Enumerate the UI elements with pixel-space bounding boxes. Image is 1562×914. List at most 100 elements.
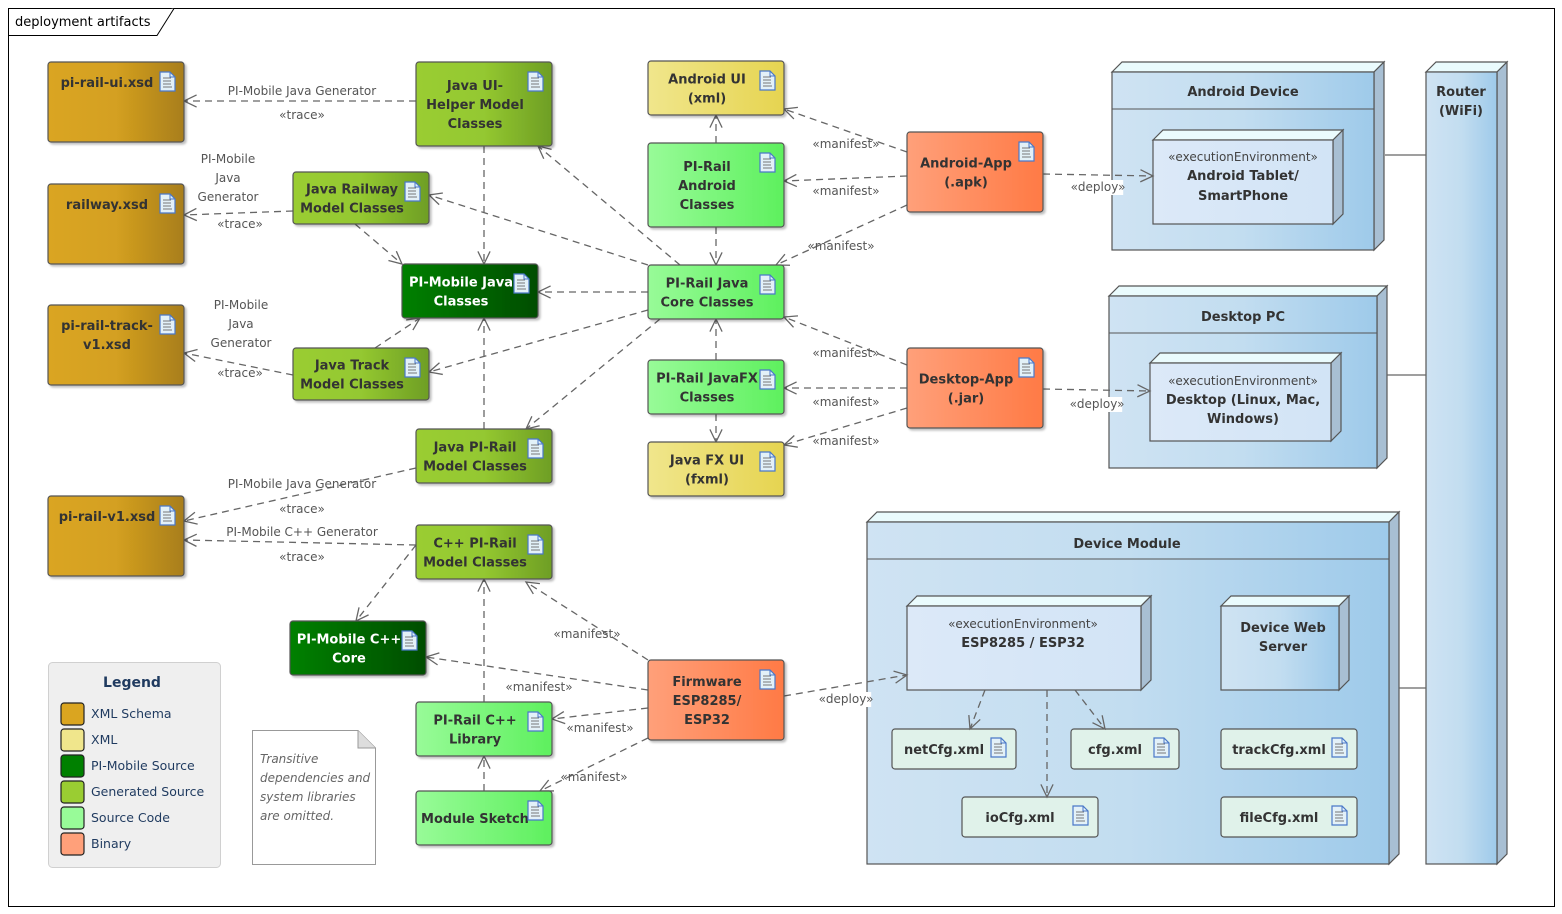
env-title: ESP8285 / ESP32: [961, 636, 1085, 651]
config-file-netcfg[interactable]: netCfg.xml: [891, 728, 1017, 770]
artifact-name: railway.xsd: [66, 198, 148, 213]
legend-swatch: [60, 780, 85, 804]
node-title: (WiFi): [1439, 104, 1483, 119]
artifact-javafx-ui[interactable]: Java FX UI (fxml): [647, 441, 785, 497]
stereotype-label: «executionEnvironment»: [948, 617, 1098, 631]
artifact-name: ESP32: [684, 713, 730, 728]
document-icon: [404, 181, 421, 202]
env-title: SmartPhone: [1198, 189, 1288, 204]
document-icon: [159, 505, 176, 526]
artifact-name: (xml): [688, 92, 726, 107]
legend-swatch: [60, 832, 85, 856]
artifact-name: Desktop-App: [919, 373, 1014, 388]
document-icon: [759, 451, 776, 472]
artifact-name: Java Railway: [305, 183, 398, 198]
node-title: Android Device: [1187, 85, 1298, 100]
artifact-pi-mobile-java[interactable]: PI-Mobile Java Classes: [401, 263, 539, 319]
artifact-pi-rail-track-xsd[interactable]: pi-rail-track-v1.xsd: [47, 304, 185, 386]
artifact-pi-mobile-cpp[interactable]: PI-Mobile C++ Core: [289, 620, 427, 676]
artifact-firmware[interactable]: Firmware ESP8285/ESP32: [647, 659, 785, 741]
artifact-name: Android: [678, 179, 736, 194]
artifact-name: Helper Model: [426, 98, 524, 113]
artifact-android-app[interactable]: Android-App (.apk): [906, 131, 1044, 213]
note-line: system libraries: [260, 790, 356, 804]
edge-label: «trace»: [217, 366, 263, 380]
legend-swatch: [60, 702, 85, 726]
note: Transitive dependencies and system libra…: [252, 730, 376, 865]
artifact-name: Android UI: [668, 73, 746, 88]
legend-label: Binary: [91, 836, 132, 851]
artifact-name: pi-rail-track-: [61, 319, 153, 334]
edge-label: «trace»: [217, 217, 263, 231]
document-icon: [759, 669, 776, 690]
artifact-pirail-android[interactable]: PI-Rail Android Classes: [647, 142, 785, 228]
artifact-cpp-pirail[interactable]: C++ PI-Rail Model Classes: [415, 524, 553, 580]
edge-label: Generator: [198, 190, 259, 204]
node-title: Device Module: [1073, 537, 1180, 552]
artifact-java-track[interactable]: Java Track Model Classes: [292, 347, 430, 401]
artifact-java-ui-helper[interactable]: Java UI- Helper Model Classes: [415, 61, 553, 147]
edge-label: «manifest»: [812, 395, 879, 409]
artifact-name: PI-Mobile C++: [297, 633, 402, 648]
edge-label: PI-Mobile Java Generator: [228, 84, 376, 98]
artifact-pirail-javafx[interactable]: PI-Rail JavaFX Classes: [647, 359, 785, 415]
edge-label: PI-Mobile C++ Generator: [226, 525, 378, 539]
document-icon: [1018, 141, 1035, 162]
artifact-pi-rail-v1-xsd[interactable]: pi-rail-v1.xsd: [47, 495, 185, 577]
env-title: Android Tablet/: [1187, 169, 1299, 184]
document-icon: [759, 369, 776, 390]
note-line: are omitted.: [260, 809, 334, 823]
legend-swatch: [60, 806, 85, 830]
config-file-trackcfg[interactable]: trackCfg.xml: [1220, 728, 1358, 770]
edge-label: «trace»: [279, 108, 325, 122]
edge-label: PI-Mobile: [201, 152, 255, 166]
legend-label: Generated Source: [91, 784, 205, 799]
artifact-pirail-java-core[interactable]: PI-Rail Java Core Classes: [647, 264, 785, 320]
artifact-railway-xsd[interactable]: railway.xsd: [47, 183, 185, 265]
artifact-java-pirail[interactable]: Java PI-Rail Model Classes: [415, 428, 553, 484]
artifact-name: Core Classes: [660, 296, 753, 311]
config-file-cfg[interactable]: cfg.xml: [1070, 728, 1180, 770]
artifact-name: Model Classes: [423, 556, 527, 571]
artifact-name: (.apk): [944, 176, 988, 191]
node-title: Server: [1259, 640, 1308, 655]
config-file-iocfg[interactable]: ioCfg.xml: [961, 796, 1099, 838]
config-file-filecfg[interactable]: fileCfg.xml: [1220, 796, 1358, 838]
deployment-diagram: deployment artifacts Android Device «exec…: [8, 8, 1555, 907]
artifact-name: Classes: [680, 198, 735, 213]
env-esp: «executionEnvironment» ESP8285 / ESP32: [905, 594, 1153, 692]
document-icon: [159, 193, 176, 214]
artifact-name: PI-Rail: [683, 160, 730, 175]
document-icon: [990, 737, 1007, 758]
artifact-name: v1.xsd: [83, 338, 131, 353]
artifact-android-ui[interactable]: Android UI (xml): [647, 60, 785, 116]
artifact-name: pi-rail-v1.xsd: [59, 510, 156, 525]
document-icon: [527, 438, 544, 459]
artifact-desktop-app[interactable]: Desktop-App (.jar): [906, 347, 1044, 429]
artifact-java-railway[interactable]: Java Railway Model Classes: [292, 171, 430, 225]
document-icon: [759, 274, 776, 295]
artifact-name: Firmware: [672, 675, 741, 690]
edge-label: PI-Mobile: [214, 298, 268, 312]
artifact-name: ESP8285/: [673, 694, 742, 709]
edge-label: Generator: [211, 336, 272, 350]
document-icon: [404, 357, 421, 378]
document-icon: [527, 534, 544, 555]
node-title: Router: [1436, 85, 1486, 100]
edge-label: «manifest»: [807, 239, 874, 253]
document-icon: [527, 71, 544, 92]
note-line: dependencies and: [260, 771, 371, 785]
artifact-name: Java FX UI: [669, 454, 744, 469]
artifact-name: Classes: [448, 117, 503, 132]
artifact-pirail-cpp-lib[interactable]: PI-Rail C++ Library: [415, 701, 553, 757]
edge-label: «manifest»: [505, 680, 572, 694]
edge-label: «trace»: [279, 502, 325, 516]
node-web-server: Device Web Server: [1219, 594, 1351, 692]
env-desktop: «executionEnvironment» Desktop (Linux, Ma…: [1148, 351, 1343, 443]
legend-title: Legend: [103, 675, 161, 691]
config-file-name: ioCfg.xml: [985, 811, 1054, 826]
node-title: Device Web: [1240, 621, 1326, 636]
artifact-pi-rail-ui-xsd[interactable]: pi-rail-ui.xsd: [47, 61, 185, 143]
artifact-module-sketch[interactable]: Module Sketch: [415, 790, 553, 846]
edge-label: PI-Mobile Java Generator: [228, 477, 376, 491]
